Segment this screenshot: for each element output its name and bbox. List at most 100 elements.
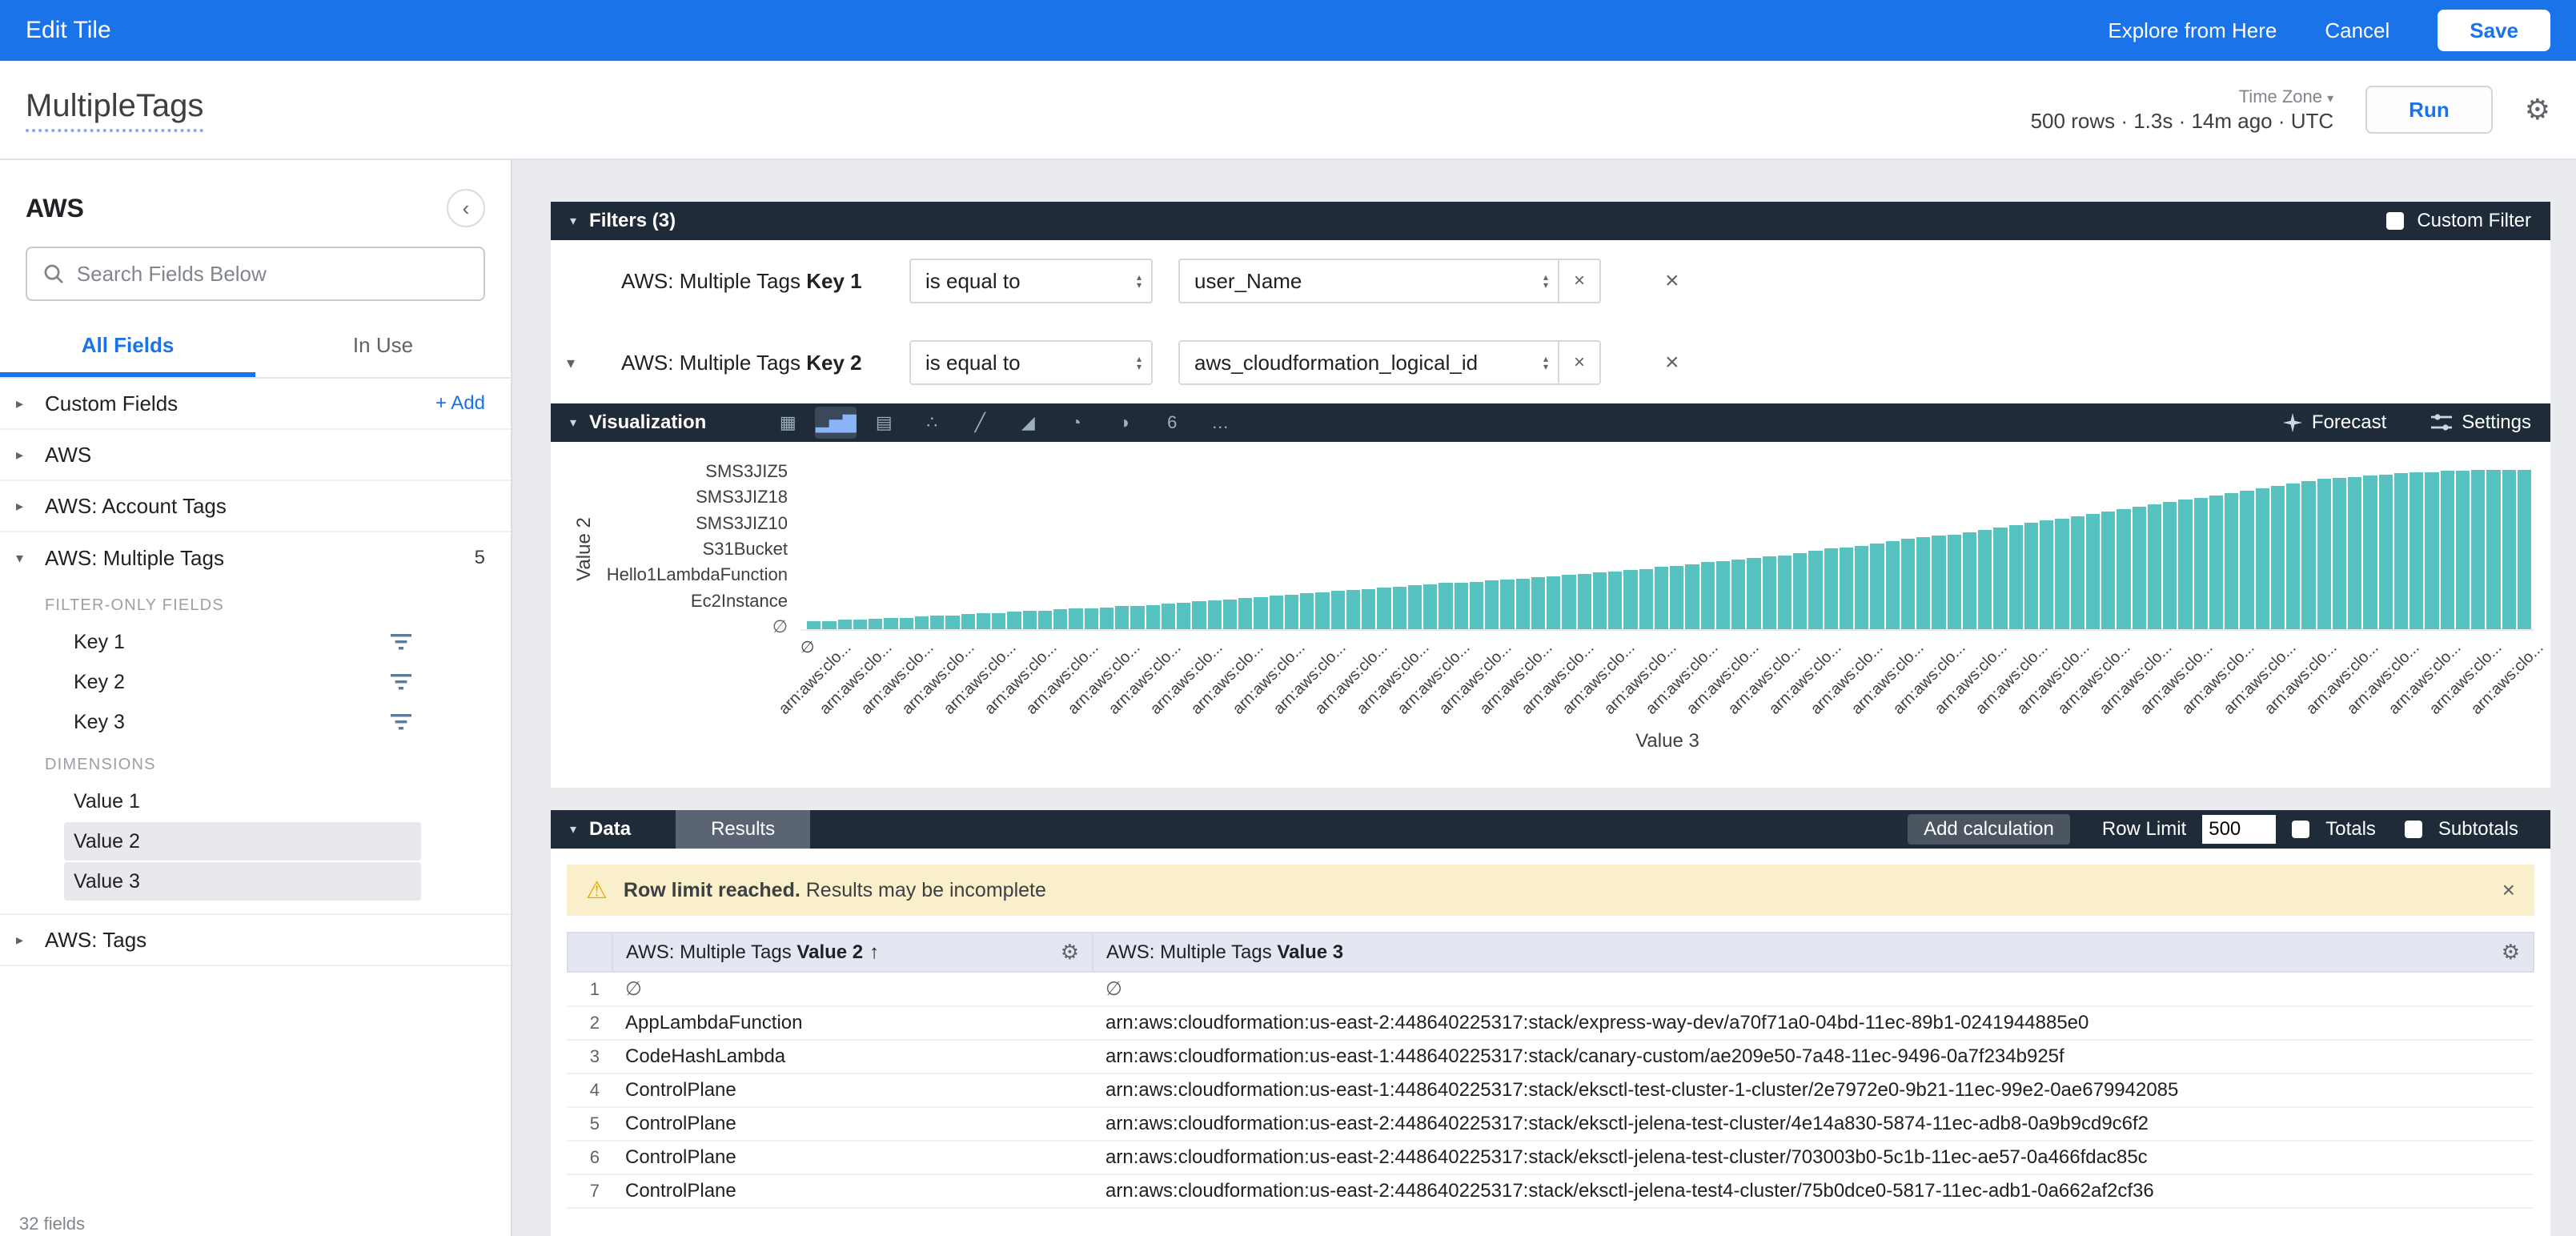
forecast-button[interactable]: Forecast [2283, 411, 2386, 434]
chart-bar [930, 616, 944, 629]
field-item-key-1[interactable]: Key 1 [64, 623, 421, 661]
chart-bar [1500, 580, 1514, 629]
chart-bar [2225, 493, 2238, 629]
clear-value-button[interactable]: × [1559, 259, 1601, 303]
data-tab[interactable]: ▾ Data [551, 818, 631, 841]
x-tick-label: ∅ [800, 637, 814, 657]
chart-bar [992, 613, 1005, 629]
chart-bar [1670, 566, 1683, 629]
dimension-item-value-1[interactable]: Value 1 [64, 782, 421, 821]
subtotals-checkbox[interactable] [2405, 821, 2422, 838]
chart-bar [1840, 548, 1853, 629]
tab-in-use[interactable]: In Use [255, 320, 511, 377]
add-calculation-button[interactable]: Add calculation [1908, 814, 2070, 845]
dimension-item-value-3[interactable]: Value 3 [64, 862, 421, 901]
single-value-icon[interactable]: 6 [1151, 407, 1193, 439]
filter-value-select[interactable]: user_Name▴▾ [1178, 259, 1559, 303]
explore-from-here-link[interactable]: Explore from Here [2108, 18, 2277, 43]
chart-bar [1007, 612, 1021, 629]
sidebar-collapse-button[interactable]: ‹ [447, 189, 485, 227]
dismiss-warning-button[interactable]: × [2502, 877, 2515, 903]
row-limit-warning-banner: ⚠ Row limit reached. Results may be inco… [567, 865, 2534, 916]
pie-chart-icon[interactable]: ◑ [1103, 407, 1145, 439]
results-tab[interactable]: Results [676, 810, 810, 849]
filter-row-chevron-icon[interactable]: ▾ [567, 353, 575, 373]
chart-bar [2040, 520, 2053, 629]
donut-chart-icon[interactable]: ◔ [1055, 407, 1097, 439]
chart-bar [1485, 580, 1499, 629]
filter-operator-select[interactable]: is equal to▴▾ [909, 340, 1153, 385]
chart-bar [1639, 569, 1653, 629]
sidebar-item-custom-fields[interactable]: ▸ Custom Fields + Add [0, 379, 511, 430]
filter-field-icon[interactable] [391, 714, 411, 730]
scatter-plot-icon[interactable]: ∴ [911, 407, 953, 439]
field-item-key-3[interactable]: Key 3 [64, 703, 421, 741]
search-input[interactable] [77, 262, 467, 287]
chart-bar [853, 620, 867, 629]
area-chart-icon[interactable]: ◢ [1007, 407, 1049, 439]
filter-value-select[interactable]: aws_cloudformation_logical_id▴▾ [1178, 340, 1559, 385]
sidebar-group-aws[interactable]: ▸ AWS [0, 430, 511, 481]
add-custom-field-button[interactable]: + Add [435, 392, 485, 415]
chart-bar [2009, 525, 2023, 629]
chart-bar [1655, 567, 1668, 629]
table-chart-icon[interactable]: ▦ [767, 407, 809, 439]
chart-bar [1747, 558, 1760, 629]
filter-field-icon[interactable] [391, 674, 411, 690]
chart-bar [2301, 481, 2315, 629]
query-stats: 500 rows · 1.3s · 14m ago · UTC [2031, 109, 2334, 134]
y-tick-label: ∅ [772, 616, 788, 637]
value3-column-header[interactable]: AWS: Multiple Tags Value 3 ⚙ [1093, 933, 2534, 972]
more-charts-icon[interactable]: … [1199, 407, 1241, 439]
field-label: Key 1 [74, 631, 125, 654]
custom-filter-checkbox[interactable] [2386, 212, 2404, 230]
row-number: 3 [568, 1040, 612, 1073]
filters-section-header[interactable]: ▾ Filters (3) Custom Filter [551, 202, 2550, 240]
results-panel: ⚠ Row limit reached. Results may be inco… [551, 849, 2550, 1236]
clear-value-button[interactable]: × [1559, 340, 1601, 385]
save-button[interactable]: Save [2438, 10, 2550, 51]
cancel-button[interactable]: Cancel [2325, 18, 2389, 43]
chart-bar [1177, 603, 1190, 629]
bar-chart-icon[interactable]: ▂▅▇ [815, 407, 857, 439]
remove-filter-button[interactable]: × [1665, 267, 1679, 295]
run-button[interactable]: Run [2365, 86, 2493, 134]
chart-bar [2163, 502, 2177, 629]
page-title: Edit Tile [26, 17, 111, 44]
sidebar-group-tags[interactable]: ▸ AWS: Tags [0, 915, 511, 966]
field-item-key-2[interactable]: Key 2 [64, 663, 421, 701]
sidebar-group-account-tags[interactable]: ▸ AWS: Account Tags [0, 481, 511, 532]
row-number: 2 [568, 1006, 612, 1040]
horizontal-bar-chart-icon[interactable]: ▤ [863, 407, 905, 439]
filter-field-icon[interactable] [391, 634, 411, 650]
results-table: AWS: Multiple Tags Value 2↑ ⚙ AWS: Multi… [567, 932, 2534, 1209]
tile-name[interactable]: MultipleTags [26, 88, 203, 132]
line-chart-icon[interactable]: ╱ [959, 407, 1001, 439]
value2-column-header[interactable]: AWS: Multiple Tags Value 2↑ ⚙ [612, 933, 1093, 972]
totals-checkbox[interactable] [2292, 821, 2309, 838]
chart-bar [1516, 579, 1530, 629]
sidebar-group-multiple-tags[interactable]: ▾ AWS: Multiple Tags 5 [0, 532, 511, 584]
chart-bar [1223, 600, 1237, 630]
visualization-section-header[interactable]: ▾ Visualization ▦▂▅▇▤∴╱◢◔◑6… Forecast Se… [551, 403, 2550, 442]
tab-all-fields[interactable]: All Fields [0, 320, 255, 377]
chart-bar [1208, 600, 1222, 629]
timezone-selector[interactable]: Time Zone ▾ [2239, 86, 2333, 107]
row-number: 4 [568, 1073, 612, 1107]
filter-operator-select[interactable]: is equal to▴▾ [909, 259, 1153, 303]
table-row: 1∅∅ [568, 972, 2534, 1006]
viz-settings-button[interactable]: Settings [2431, 411, 2531, 434]
filters-panel: AWS: Multiple Tags Key 1is equal to▴▾use… [551, 240, 2550, 403]
chart-bar [1963, 532, 1976, 629]
cell-value2: ControlPlane [612, 1141, 1093, 1174]
chart-bar [2055, 519, 2068, 630]
subtotals-label: Subtotals [2438, 818, 2518, 841]
chart-bar [1192, 601, 1206, 629]
row-limit-input[interactable] [2202, 815, 2276, 844]
column-gear-icon[interactable]: ⚙ [2502, 940, 2520, 965]
column-gear-icon[interactable]: ⚙ [1061, 940, 1079, 965]
dimension-item-value-2[interactable]: Value 2 [64, 822, 421, 861]
remove-filter-button[interactable]: × [1665, 349, 1679, 376]
chart-bar [1685, 564, 1699, 629]
gear-icon[interactable]: ⚙ [2525, 95, 2550, 124]
